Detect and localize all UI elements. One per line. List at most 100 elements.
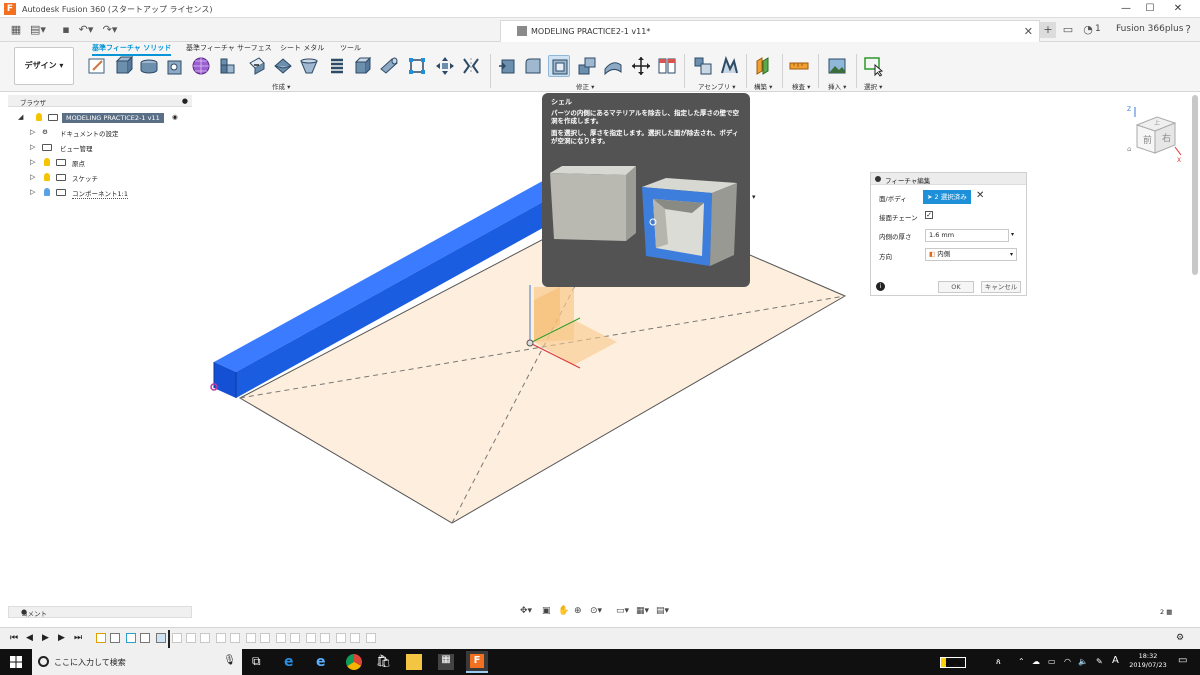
onedrive-icon[interactable]: ☁ xyxy=(1032,657,1040,666)
look-at-icon[interactable]: ▣ xyxy=(542,606,551,616)
close-tab-icon[interactable]: ✕ xyxy=(1024,25,1033,38)
orbit-icon[interactable]: ✥▾ xyxy=(520,606,532,616)
taskbar-search-box[interactable]: ここに入力して検索 🎙 xyxy=(32,649,242,675)
redo-icon[interactable]: ↷▾ xyxy=(102,22,118,38)
thicken-icon[interactable] xyxy=(460,55,482,77)
people-icon[interactable]: ጰ xyxy=(996,657,1001,667)
timeline-settings-icon[interactable]: ⚙ xyxy=(1176,633,1184,643)
insert-group-label[interactable]: 挿入 ▾ xyxy=(828,81,846,91)
timeline-feature-shell[interactable] xyxy=(156,633,166,643)
timeline-feature[interactable] xyxy=(200,633,210,643)
step-forward-icon[interactable]: ▶ xyxy=(58,633,65,643)
timeline-feature[interactable] xyxy=(350,633,360,643)
extensions-icon[interactable]: ◔ xyxy=(1080,22,1096,38)
timeline-marker[interactable] xyxy=(168,630,170,648)
browser-header[interactable]: ブラウザ ● xyxy=(8,95,192,107)
browser-root-row[interactable]: ◢ MODELING PRACTICE2-1 v11 ◉ xyxy=(8,111,192,125)
fusion-taskbar-button[interactable]: F xyxy=(466,651,488,673)
pattern-icon[interactable] xyxy=(406,55,428,77)
solid-box-icon[interactable] xyxy=(352,55,374,77)
show-hidden-icons-chevron[interactable]: ⌃ xyxy=(1018,657,1025,666)
chrome-icon[interactable] xyxy=(346,654,362,670)
comments-panel[interactable]: コメント ● xyxy=(8,606,192,618)
insert-image-icon[interactable] xyxy=(826,55,848,77)
rib-icon[interactable] xyxy=(216,55,238,77)
store-icon[interactable]: 🛍 xyxy=(376,654,392,670)
tangent-chain-checkbox[interactable]: ✓ xyxy=(925,211,933,219)
viewport-scrollbar[interactable] xyxy=(1192,95,1198,275)
browser-item-component[interactable]: ▷ コンポーネント1:1 xyxy=(8,186,192,200)
create-group-label[interactable]: 作成 ▾ xyxy=(272,81,290,91)
expand-icon[interactable]: ▷ xyxy=(30,128,35,136)
extrude-icon[interactable] xyxy=(112,55,134,77)
timeline-feature[interactable] xyxy=(306,633,316,643)
grid-menu-icon[interactable]: ▦ xyxy=(8,22,24,38)
windows-start-icon[interactable] xyxy=(8,654,24,670)
dialog-header[interactable]: フィーチャ編集 xyxy=(871,173,1026,185)
pipe-icon[interactable] xyxy=(378,55,400,77)
go-to-end-icon[interactable]: ⏭ xyxy=(74,633,82,643)
visibility-bulb-icon[interactable] xyxy=(36,113,42,121)
inside-thickness-input[interactable]: 1.6 mm xyxy=(925,229,1009,242)
browser-item-named-views[interactable]: ▷ ビュー管理 xyxy=(8,141,192,155)
browser-item-sketches[interactable]: ▷ スケッチ xyxy=(8,171,192,185)
battery-indicator[interactable]: 20% xyxy=(940,657,966,668)
select-group-label[interactable]: 選択 ▾ xyxy=(864,81,882,91)
timeline-feature[interactable] xyxy=(172,633,182,643)
timeline-feature[interactable] xyxy=(230,633,240,643)
scale-icon[interactable] xyxy=(602,55,624,77)
direction-select[interactable]: ◧ 内側 ▾ xyxy=(925,248,1017,261)
construct-group-label[interactable]: 構築 ▾ xyxy=(754,81,772,91)
play-icon[interactable]: ▶ xyxy=(42,633,49,643)
expand-icon[interactable]: ▷ xyxy=(30,173,35,181)
fillet-icon[interactable] xyxy=(522,55,544,77)
shell-icon[interactable] xyxy=(548,55,570,77)
visibility-bulb-icon[interactable] xyxy=(44,173,50,181)
job-status-icon[interactable]: ▭ xyxy=(1060,22,1076,38)
info-icon[interactable]: i xyxy=(876,282,885,291)
pan-icon[interactable]: ✋ xyxy=(558,606,569,616)
comments-options-icon[interactable]: ● xyxy=(21,608,187,616)
press-pull-icon[interactable] xyxy=(496,55,518,77)
wifi-icon[interactable]: ◠ xyxy=(1064,657,1071,666)
create-sketch-icon[interactable] xyxy=(86,55,108,77)
revolve-icon[interactable] xyxy=(138,55,160,77)
coil-icon[interactable] xyxy=(326,55,348,77)
help-icon[interactable]: ? xyxy=(1180,22,1196,38)
browser-item-document-settings[interactable]: ▷ ⚙ ドキュメントの設定 xyxy=(8,126,192,140)
go-to-start-icon[interactable]: ⏮ xyxy=(10,633,18,643)
compute-all-icon[interactable] xyxy=(656,55,678,77)
expand-icon[interactable]: ▷ xyxy=(30,143,35,151)
document-tab[interactable]: MODELING PRACTICE2-1 v11* ✕ xyxy=(500,20,1040,42)
zoom-icon[interactable]: ⊕ xyxy=(574,606,582,616)
ime-mode-indicator[interactable]: A xyxy=(1112,655,1119,666)
timeline-feature[interactable] xyxy=(290,633,300,643)
measure-icon[interactable] xyxy=(788,55,810,77)
timeline-feature[interactable] xyxy=(96,633,106,643)
browser-item-origin[interactable]: ▷ 原点 xyxy=(8,156,192,170)
new-component-icon[interactable] xyxy=(692,55,714,77)
home-view-icon[interactable]: ⌂ xyxy=(1127,145,1131,153)
workspace-switcher-button[interactable]: デザイン ▾ xyxy=(14,47,74,85)
tab-tools[interactable]: ツール xyxy=(340,43,361,53)
file-menu-icon[interactable]: ▤▾ xyxy=(30,22,46,38)
timeline-feature[interactable] xyxy=(366,633,376,643)
pen-icon[interactable]: ✎ xyxy=(1096,657,1103,666)
box-icon[interactable] xyxy=(246,55,268,77)
thickness-dropdown-icon[interactable]: ▾ xyxy=(1011,231,1014,238)
timeline-feature[interactable] xyxy=(276,633,286,643)
close-window-button[interactable]: ✕ xyxy=(1168,2,1188,16)
timeline-feature[interactable] xyxy=(260,633,270,643)
tab-sheet-metal[interactable]: シート メタル xyxy=(280,43,324,53)
collapse-dialog-icon[interactable] xyxy=(875,176,881,182)
browser-options-icon[interactable]: ● xyxy=(182,97,188,105)
viewports-icon[interactable]: ▤▾ xyxy=(656,606,669,616)
move-icon[interactable] xyxy=(630,55,652,77)
fit-icon[interactable]: ⊙▾ xyxy=(590,606,602,616)
timeline-feature[interactable] xyxy=(140,633,150,643)
new-tab-icon[interactable]: + xyxy=(1040,22,1056,38)
assemble-group-label[interactable]: アセンブリ ▾ xyxy=(698,81,736,91)
collapse-icon[interactable]: ◢ xyxy=(18,113,23,121)
clear-selection-icon[interactable]: ✕ xyxy=(976,190,984,201)
visibility-bulb-icon[interactable] xyxy=(44,158,50,166)
